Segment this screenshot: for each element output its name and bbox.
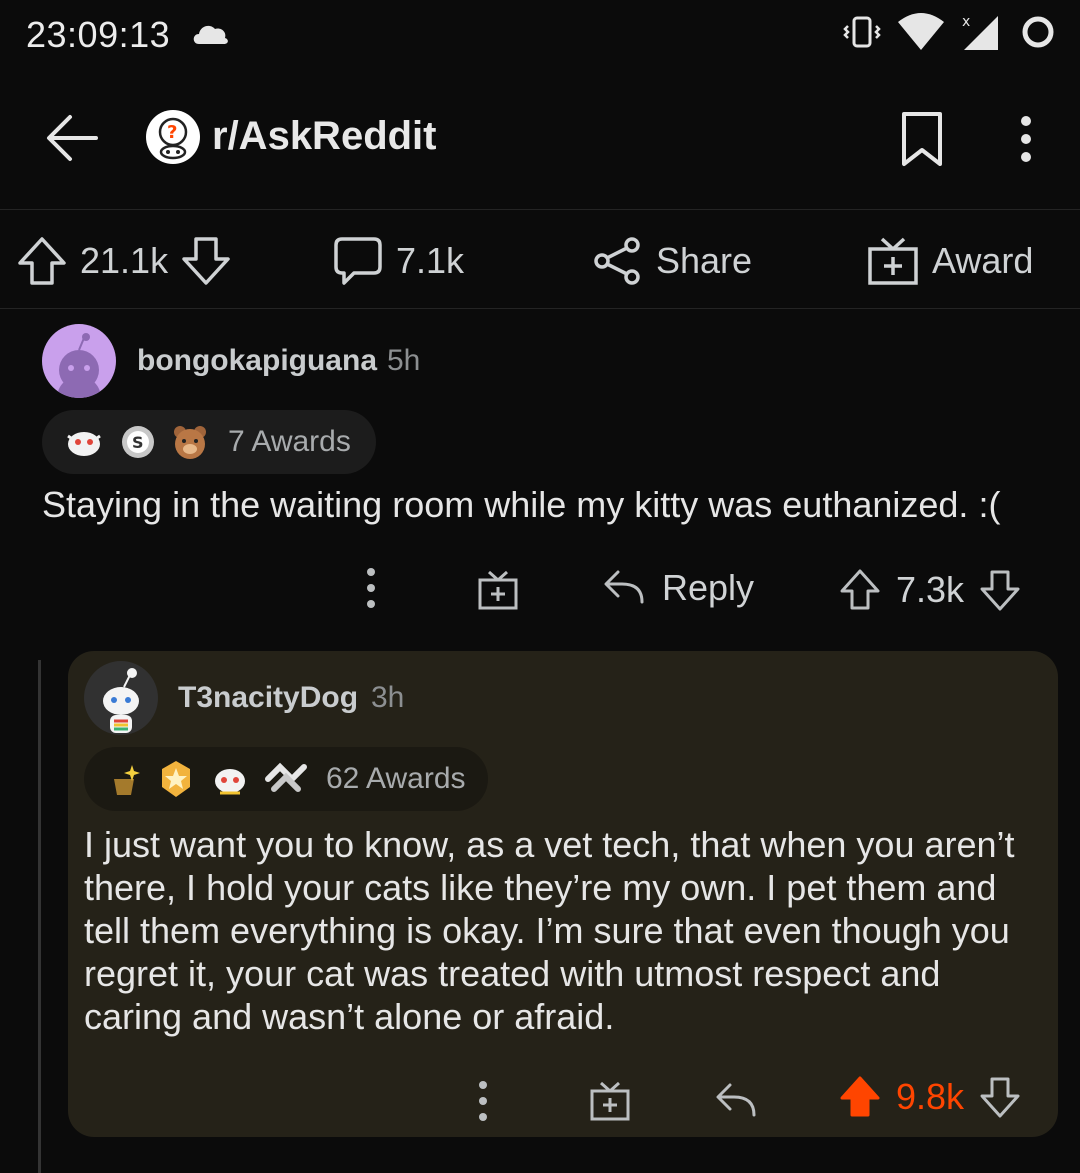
thread-line[interactable] — [38, 660, 41, 1173]
bear-award-icon — [170, 422, 210, 462]
vibrate-icon — [842, 12, 882, 52]
svg-text:x: x — [962, 14, 970, 30]
svg-text:S: S — [132, 433, 144, 452]
gift-icon — [478, 570, 518, 610]
reply-label: Reply — [662, 567, 755, 608]
downvote-icon[interactable] — [180, 235, 232, 287]
gold-star-award-icon — [156, 759, 196, 799]
snoo-avatar-icon — [103, 668, 139, 733]
status-bar: 23:09:13 x — [0, 0, 1080, 70]
sparkle-pot-award-icon — [104, 759, 144, 799]
highlighted-reply: T3nacityDog 3h 62 Awards I just want you… — [68, 651, 1058, 1137]
comment-vote-group: 7.3k — [838, 560, 1022, 620]
snoo-avatar-icon — [57, 333, 101, 398]
reply-to-reply-button[interactable] — [714, 1071, 758, 1131]
save-post-button[interactable] — [896, 110, 948, 168]
reply-award-button[interactable] — [588, 1071, 632, 1131]
upvote-icon[interactable] — [16, 235, 68, 287]
reply-button[interactable]: Reply — [602, 558, 754, 618]
post-vote-group: 21.1k — [16, 235, 232, 287]
reply-body: I just want you to know, as a vet tech, … — [84, 824, 1015, 1037]
wifi-icon — [896, 12, 946, 52]
subreddit-name[interactable]: r/AskReddit — [212, 114, 437, 159]
bookmark-icon — [902, 112, 942, 166]
comment-score: 7.3k — [896, 569, 965, 610]
wholesome-award-icon — [62, 422, 106, 462]
reply-vote-group: 9.8k — [838, 1067, 1022, 1127]
share-icon — [592, 235, 644, 287]
awards-pill[interactable]: 62 Awards — [84, 747, 488, 811]
back-button[interactable] — [40, 108, 104, 168]
comment-count: 7.1k — [396, 240, 465, 281]
reply-arrow-icon — [604, 570, 644, 604]
award-label: Award — [932, 240, 1034, 281]
back-arrow-icon — [47, 115, 98, 161]
comment-bubble-icon — [332, 235, 384, 287]
avatar[interactable] — [42, 324, 116, 398]
more-vertical-icon — [479, 1081, 487, 1121]
handshake-award-icon — [264, 759, 308, 799]
awards-pill[interactable]: S 7 Awards — [42, 410, 376, 474]
upvote-active-icon[interactable] — [838, 1075, 882, 1119]
reply-arrow-icon — [716, 1083, 756, 1117]
more-vertical-icon — [1021, 116, 1031, 162]
comment-body: Staying in the waiting room while my kit… — [42, 484, 1001, 525]
awards-count: 7 Awards — [228, 425, 351, 458]
comment-more-button[interactable] — [356, 558, 386, 618]
battery-saver-icon — [1018, 12, 1058, 52]
more-options-button[interactable] — [1006, 110, 1046, 168]
downvote-icon[interactable] — [978, 1075, 1022, 1119]
status-time: 23:09:13 — [26, 14, 171, 55]
gift-icon — [866, 235, 920, 287]
downvote-icon[interactable] — [978, 568, 1022, 612]
upvote-icon[interactable] — [838, 568, 882, 612]
gift-icon — [590, 1081, 630, 1121]
status-icons: x — [842, 12, 1058, 52]
comment-award-button[interactable] — [476, 560, 520, 620]
avatar[interactable] — [84, 661, 158, 735]
comments-button[interactable]: 7.1k — [332, 235, 464, 287]
silver-award-icon: S — [118, 422, 158, 462]
snoo-award-icon — [208, 759, 252, 799]
award-button[interactable]: Award — [866, 235, 1033, 287]
reply-score: 9.8k — [896, 1076, 965, 1117]
askreddit-icon: ? — [158, 117, 188, 160]
signal-icon: x — [960, 12, 1004, 52]
more-vertical-icon — [367, 568, 375, 608]
subreddit-avatar[interactable]: ? — [146, 110, 200, 164]
reply-username[interactable]: T3nacityDog — [178, 681, 358, 715]
comment-age: 5h — [387, 344, 421, 377]
share-button[interactable]: Share — [592, 235, 752, 287]
share-label: Share — [656, 240, 753, 281]
app-header: ? r/AskReddit — [0, 70, 1080, 210]
post-action-bar: 21.1k 7.1k Share Award — [0, 211, 1080, 309]
cloud-icon — [190, 20, 230, 46]
svg-text:?: ? — [167, 122, 177, 143]
reply-age: 3h — [371, 681, 405, 714]
reply-more-button[interactable] — [468, 1071, 498, 1131]
comment-username[interactable]: bongokapiguana — [137, 344, 377, 378]
post-score: 21.1k — [80, 240, 169, 281]
awards-count: 62 Awards — [326, 762, 466, 795]
